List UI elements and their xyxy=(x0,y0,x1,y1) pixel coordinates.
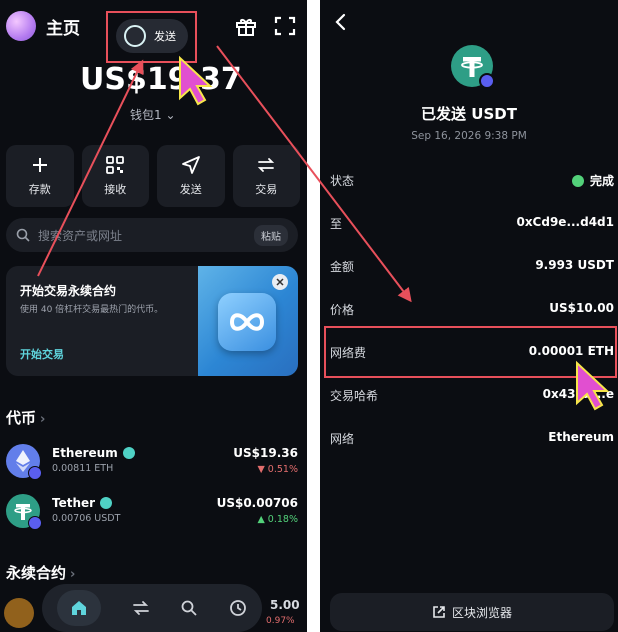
avatar[interactable] xyxy=(6,11,36,41)
chevron-right-icon: › xyxy=(40,412,46,427)
close-icon[interactable] xyxy=(272,274,288,290)
token-amount: 0.00811 ETH xyxy=(52,463,114,474)
row-key: 价格 xyxy=(330,303,355,317)
action-bar: 存款 接收 发送 交易 xyxy=(6,145,300,207)
total-balance: US$19.37 xyxy=(80,62,242,97)
transaction-date: Sep 16, 2026 9:38 PM xyxy=(411,130,527,142)
price-value: US$10.00 xyxy=(549,301,614,315)
nav-home[interactable] xyxy=(57,590,102,626)
block-explorer-label: 区块浏览器 xyxy=(451,605,512,620)
row-network: 网络 Ethereum xyxy=(320,423,618,453)
swap-label: 交易 xyxy=(255,183,278,196)
home-screen: 主页 发送 US$19.37 钱包1 ⌄ 存款 接收 发送 交易 搜索资产或网址… xyxy=(0,0,307,632)
tokens-section-header[interactable]: 代币 › xyxy=(6,407,45,428)
deposit-button[interactable]: 存款 xyxy=(6,145,74,207)
tether-icon xyxy=(451,45,495,89)
send-label: 发送 xyxy=(179,183,202,196)
infinity-icon xyxy=(218,293,276,351)
row-tx-hash[interactable]: 交易哈希 0x43eb...e xyxy=(320,380,618,410)
to-address[interactable]: 0xCd9e...d4d1 xyxy=(516,215,614,229)
token-amount: 0.00706 USDT xyxy=(52,513,121,524)
bottom-nav xyxy=(42,584,262,632)
send-icon xyxy=(181,156,200,174)
token-change: ▼ 0.51% xyxy=(257,464,298,475)
tokens-section-title: 代币 xyxy=(6,409,37,427)
send-button[interactable]: 发送 xyxy=(157,145,225,207)
verified-icon xyxy=(100,497,113,509)
back-arrow-icon[interactable] xyxy=(334,12,348,32)
swap-icon[interactable] xyxy=(132,599,150,617)
row-key: 状态 xyxy=(330,174,355,188)
network-badge-icon xyxy=(28,516,42,530)
network-badge-icon xyxy=(28,466,42,480)
promo-title: 开始交易永续合约 xyxy=(20,284,117,298)
external-link-icon xyxy=(433,606,445,618)
highlight-send-pill xyxy=(106,11,197,63)
token-name: Tether xyxy=(52,496,96,510)
perps-section-header[interactable]: 永续合约 › xyxy=(6,562,75,583)
transaction-detail-screen: 已发送 USDT Sep 16, 2026 9:38 PM 状态 完成 至 0x… xyxy=(320,0,618,632)
search-input[interactable]: 搜索资产或网址 xyxy=(38,227,254,244)
highlight-network-fee xyxy=(324,326,617,378)
qr-icon xyxy=(106,156,125,174)
search-bar[interactable]: 搜索资产或网址 粘贴 xyxy=(6,218,298,252)
peek-value: 5.00 xyxy=(270,598,300,612)
token-change: ▲ 0.18% xyxy=(257,514,298,525)
history-icon[interactable] xyxy=(229,599,247,617)
network-value: Ethereum xyxy=(548,430,614,444)
gift-icon[interactable] xyxy=(234,14,258,38)
token-name: Ethereum xyxy=(52,446,118,460)
check-circle-icon xyxy=(571,175,584,187)
paste-button[interactable]: 粘贴 xyxy=(254,224,288,246)
scan-icon[interactable] xyxy=(273,14,297,38)
plus-icon xyxy=(32,158,47,172)
verified-icon xyxy=(122,447,135,459)
deposit-label: 存款 xyxy=(28,183,51,196)
block-explorer-button[interactable]: 区块浏览器 xyxy=(330,593,614,631)
chevron-right-icon: › xyxy=(70,567,76,582)
row-to[interactable]: 至 0xCd9e...d4d1 xyxy=(320,208,618,238)
receive-label: 接收 xyxy=(104,183,127,196)
perps-section-title: 永续合约 xyxy=(6,564,67,582)
token-value: US$0.00706 xyxy=(216,496,298,510)
swap-button[interactable]: 交易 xyxy=(232,145,300,207)
home-icon xyxy=(72,601,87,615)
receive-button[interactable]: 接收 xyxy=(81,145,149,207)
page-title: 主页 xyxy=(46,19,80,39)
row-key: 金额 xyxy=(330,260,355,274)
status-value: 完成 xyxy=(589,174,614,188)
row-key: 交易哈希 xyxy=(330,389,379,403)
row-key: 网络 xyxy=(330,432,355,446)
promo-subtitle: 使用 40 倍杠杆交易最热门的代币。 xyxy=(20,305,164,315)
network-badge-icon xyxy=(479,73,495,89)
wallet-selector[interactable]: 钱包1 ⌄ xyxy=(130,106,176,123)
search-icon xyxy=(16,228,30,242)
token-value: US$19.36 xyxy=(233,446,298,460)
row-status: 状态 完成 xyxy=(320,165,618,195)
transaction-title: 已发送 USDT xyxy=(421,105,517,123)
token-row-ethereum[interactable]: Ethereum 0.00811 ETH US$19.36 ▼ 0.51% xyxy=(6,442,298,482)
promo-cta[interactable]: 开始交易 xyxy=(20,346,64,362)
tx-hash-value[interactable]: 0x43eb...e xyxy=(543,387,614,401)
peek-change: 0.97% xyxy=(266,616,295,626)
row-key: 至 xyxy=(330,217,343,231)
amount-value: 9.993 USDT xyxy=(535,258,614,272)
token-row-tether[interactable]: Tether 0.00706 USDT US$0.00706 ▲ 0.18% xyxy=(6,492,298,532)
swap-icon xyxy=(258,158,275,172)
row-price: 价格 US$10.00 xyxy=(320,294,618,324)
bitcoin-icon xyxy=(4,598,34,628)
row-amount: 金额 9.993 USDT xyxy=(320,251,618,281)
search-icon[interactable] xyxy=(180,599,198,617)
promo-card[interactable]: 开始交易永续合约 使用 40 倍杠杆交易最热门的代币。 开始交易 xyxy=(6,266,298,376)
